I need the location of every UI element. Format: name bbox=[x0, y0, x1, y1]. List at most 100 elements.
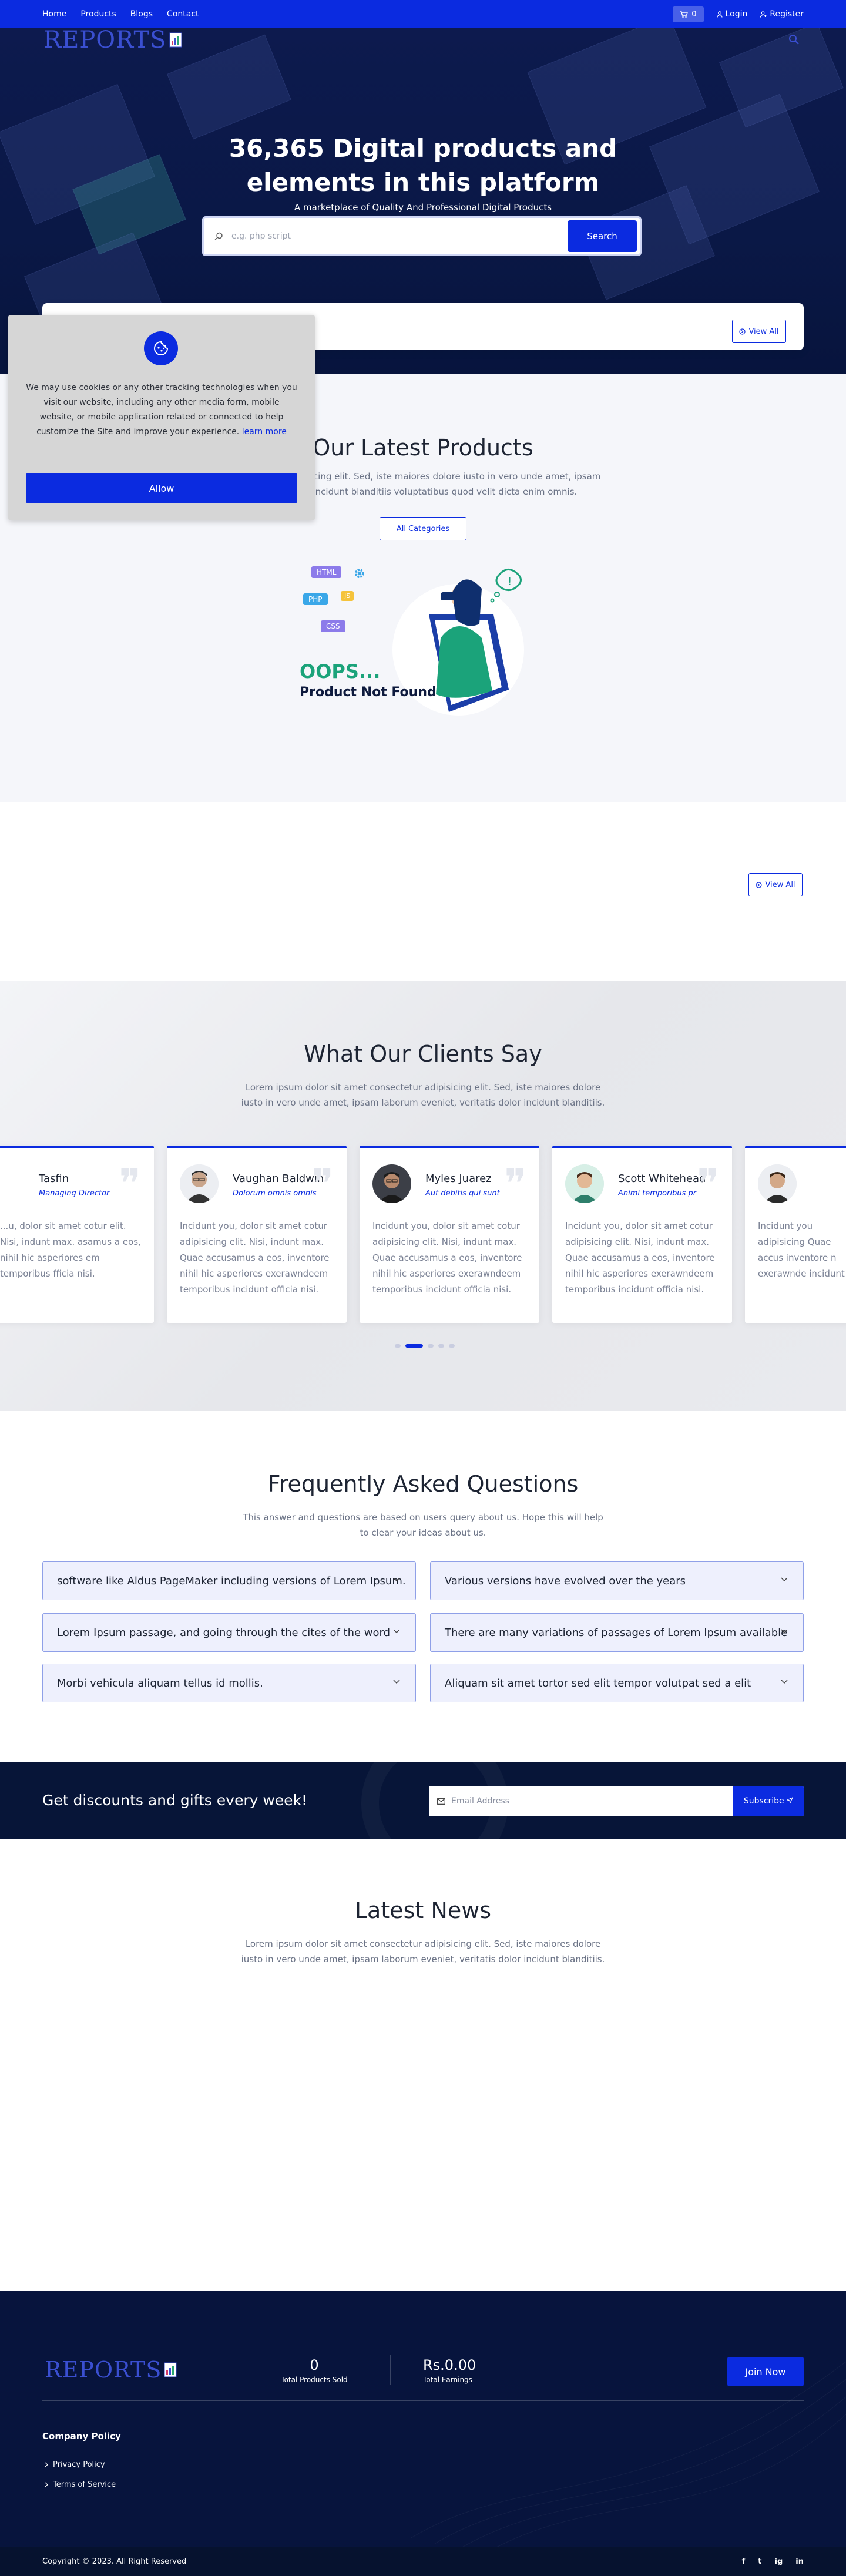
faq-item[interactable]: software like Aldus PageMaker including … bbox=[42, 1561, 416, 1600]
client-name: Myles Juarez bbox=[425, 1173, 492, 1185]
quote-icon: ❞ bbox=[119, 1160, 141, 1208]
logo-text: REPORTS bbox=[43, 28, 167, 53]
social-links: f t ig in bbox=[742, 2557, 804, 2566]
cart-count: 0 bbox=[691, 9, 697, 19]
footer-bottom-bar: Copyright © 2023. All Right Reserved f t… bbox=[0, 2547, 846, 2576]
faq-item[interactable]: Aliquam sit amet tortor sed elit tempor … bbox=[430, 1664, 804, 1702]
newsletter-email-input[interactable] bbox=[445, 1796, 733, 1806]
faq-item[interactable]: Various versions have evolved over the y… bbox=[430, 1561, 804, 1600]
view-all-button[interactable]: View All bbox=[732, 320, 786, 343]
chevron-down-icon bbox=[393, 1577, 400, 1582]
twitter-icon[interactable]: t bbox=[758, 2557, 761, 2566]
faq-item[interactable]: Lorem Ipsum passage, and going through t… bbox=[42, 1613, 416, 1652]
hero-decor-tile bbox=[167, 34, 291, 140]
cookie-icon bbox=[144, 331, 178, 365]
faq-question: Morbi vehicula aliquam tellus id mollis. bbox=[57, 1677, 263, 1690]
nav-links: Home Products Blogs Contact bbox=[42, 9, 199, 19]
cart-button[interactable]: 0 bbox=[673, 6, 704, 22]
not-found-text: Product Not Found bbox=[300, 685, 437, 700]
subscribe-label: Subscribe bbox=[743, 1796, 784, 1806]
testimonials-desc-line1: Lorem ipsum dolor sit amet consectetur a… bbox=[245, 1082, 601, 1093]
faq-item[interactable]: There are many variations of passages of… bbox=[430, 1613, 804, 1652]
top-navbar: Home Products Blogs Contact 0 Login Regi… bbox=[0, 0, 846, 28]
facebook-icon[interactable]: f bbox=[742, 2557, 746, 2566]
woman-with-binoculars-image: ! bbox=[392, 569, 524, 716]
testimonials-title: What Our Clients Say bbox=[304, 1041, 542, 1067]
user-icon bbox=[716, 11, 723, 18]
client-role: Animi temporibus pr bbox=[618, 1189, 697, 1198]
faq-section: Frequently Asked Questions This answer a… bbox=[0, 1411, 846, 1762]
client-avatar bbox=[372, 1164, 411, 1203]
faq-question: Various versions have evolved over the y… bbox=[445, 1574, 686, 1587]
cookie-learn-more-link[interactable]: learn more bbox=[242, 427, 287, 436]
carousel-dot-active[interactable] bbox=[405, 1344, 423, 1348]
search-input[interactable] bbox=[223, 231, 568, 241]
terms-of-service-label: Terms of Service bbox=[53, 2480, 116, 2489]
hero-subtitle: A marketplace of Quality And Professiona… bbox=[294, 202, 552, 213]
linkedin-icon[interactable]: in bbox=[795, 2557, 804, 2566]
client-name: Scott Whitehead bbox=[618, 1173, 706, 1185]
stat-divider bbox=[390, 2355, 391, 2385]
testimonial-card: Scott Whitehead Animi temporibus pr ❞ In… bbox=[552, 1146, 732, 1323]
login-link[interactable]: Login bbox=[716, 9, 747, 19]
footer-divider bbox=[42, 2400, 804, 2401]
faq-item[interactable]: Morbi vehicula aliquam tellus id mollis. bbox=[42, 1664, 416, 1702]
carousel-dot[interactable] bbox=[395, 1344, 401, 1348]
all-categories-button[interactable]: All Categories bbox=[380, 517, 466, 540]
nav-actions: 0 Login Register bbox=[673, 6, 804, 22]
client-name: Tasfin bbox=[39, 1173, 69, 1185]
testimonial-text: Incidunt you, dolor sit amet cotur adipi… bbox=[180, 1221, 330, 1295]
carousel-dots bbox=[395, 1344, 455, 1348]
footer-logo[interactable]: REPORTS bbox=[45, 2357, 177, 2383]
register-link[interactable]: Register bbox=[760, 9, 804, 19]
client-avatar bbox=[565, 1164, 604, 1203]
news-title: Latest News bbox=[354, 1897, 492, 1923]
js-tag: JS bbox=[341, 591, 354, 601]
instagram-icon[interactable]: ig bbox=[775, 2557, 783, 2566]
nav-link-blogs[interactable]: Blogs bbox=[130, 9, 153, 19]
products-sold-count: 0 bbox=[310, 2357, 319, 2373]
faq-question: Lorem Ipsum passage, and going through t… bbox=[57, 1626, 391, 1639]
privacy-policy-link[interactable]: Privacy Policy bbox=[45, 2460, 105, 2469]
chevron-down-icon bbox=[393, 1680, 400, 1684]
faq-title: Frequently Asked Questions bbox=[267, 1471, 579, 1497]
client-avatar bbox=[180, 1164, 219, 1203]
gear-icon bbox=[355, 569, 364, 578]
carousel-dot[interactable] bbox=[438, 1344, 444, 1348]
newsletter-section: Get discounts and gifts every week! Subs… bbox=[0, 1762, 846, 1839]
send-icon bbox=[786, 1796, 794, 1804]
company-policy-heading: Company Policy bbox=[42, 2431, 121, 2441]
testimonial-text: Incidunt you, dolor sit amet cotur adipi… bbox=[565, 1221, 715, 1295]
search-icon[interactable] bbox=[788, 34, 799, 45]
faq-question: software like Aldus PageMaker including … bbox=[57, 1574, 406, 1587]
quote-icon: ❞ bbox=[697, 1160, 719, 1208]
search-button[interactable]: Search bbox=[568, 220, 637, 252]
join-now-button[interactable]: Join Now bbox=[727, 2357, 804, 2386]
html-tag: HTML bbox=[311, 566, 342, 578]
carousel-dot[interactable] bbox=[449, 1344, 455, 1348]
site-logo[interactable]: REPORTS bbox=[43, 28, 182, 53]
site-footer: REPORTS 0 Total Products Sold Rs.0.00 To… bbox=[0, 2291, 846, 2576]
featured-view-all-button[interactable]: View All bbox=[748, 873, 803, 896]
chevron-right-icon bbox=[45, 2482, 48, 2487]
client-role: Aut debitis qui sunt bbox=[425, 1189, 500, 1198]
nav-link-home[interactable]: Home bbox=[42, 9, 66, 19]
testimonial-text: Incidunt you, dolor sit amet cotur adipi… bbox=[372, 1221, 522, 1295]
carousel-dot[interactable] bbox=[428, 1344, 434, 1348]
chevron-right-icon bbox=[45, 2462, 48, 2467]
faq-description: This answer and questions are based on u… bbox=[235, 1510, 611, 1540]
chevron-down-icon bbox=[781, 1577, 788, 1582]
subscribe-button[interactable]: Subscribe bbox=[733, 1786, 804, 1816]
client-role: Dolorum omnis omnis bbox=[233, 1189, 317, 1198]
nav-link-contact[interactable]: Contact bbox=[167, 9, 199, 19]
featured-view-all-label: View All bbox=[765, 880, 795, 889]
faq-question: There are many variations of passages of… bbox=[445, 1626, 788, 1639]
terms-of-service-link[interactable]: Terms of Service bbox=[45, 2480, 116, 2489]
cookie-allow-button[interactable]: Allow bbox=[26, 473, 297, 503]
testimonial-card: Tasfin Managing Director ❞ ...u, dolor s… bbox=[0, 1146, 154, 1323]
newsletter-heading: Get discounts and gifts every week! bbox=[42, 1792, 308, 1809]
testimonial-card: Incidunt you adipisicing Quae accus inve… bbox=[745, 1146, 846, 1323]
nav-link-products[interactable]: Products bbox=[80, 9, 116, 19]
css-tag: CSS bbox=[321, 620, 345, 632]
quote-icon: ❞ bbox=[504, 1160, 526, 1208]
